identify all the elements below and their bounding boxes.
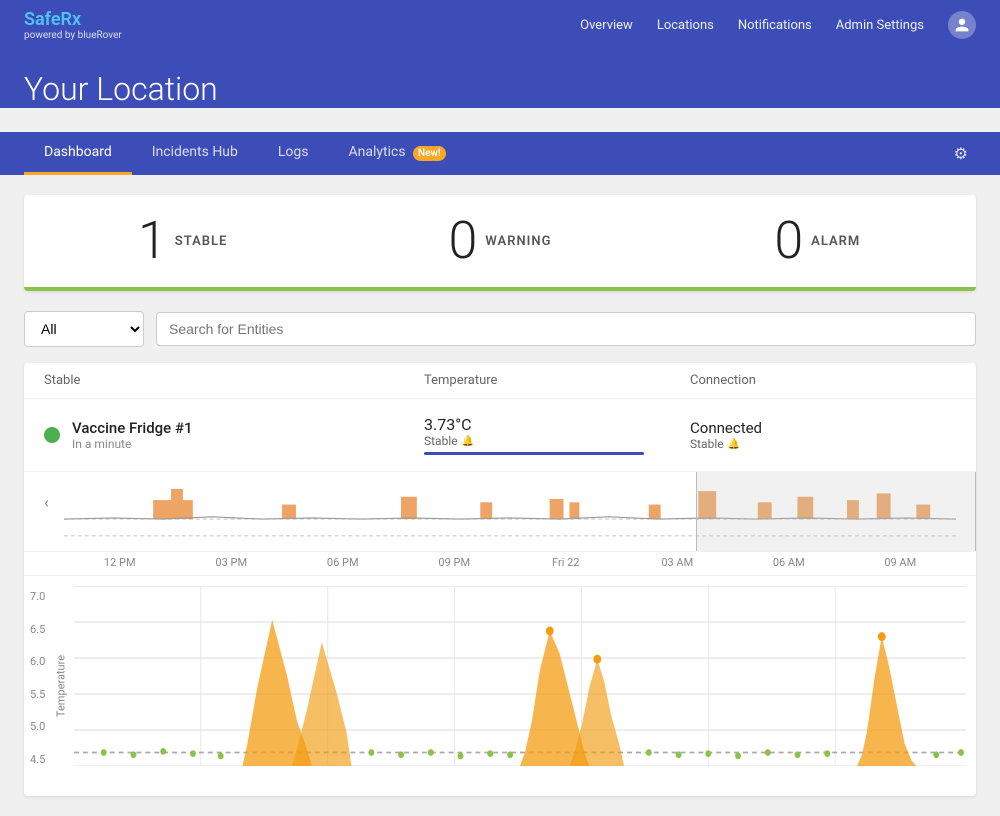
temp-bell-icon: 🔔 (462, 436, 474, 447)
y-tick-6: 6.0 (30, 655, 45, 668)
table-row[interactable]: Vaccine Fridge #1 In a minute 3.73°C Sta… (24, 399, 976, 472)
top-header: SafeRx powered by blueRover Overview Loc… (0, 0, 1000, 50)
y-tick-45: 4.5 (30, 753, 45, 766)
conn-value: Connected (690, 419, 956, 437)
tab-analytics[interactable]: Analytics New! (329, 132, 466, 175)
entity-temperature: 3.73°C Stable 🔔 (424, 415, 690, 455)
logo: SafeRx powered by blueRover (24, 9, 122, 41)
tab-incidents-hub[interactable]: Incidents Hub (132, 132, 258, 175)
sub-nav: Dashboard Incidents Hub Logs Analytics N… (0, 132, 1000, 175)
col-header-temperature: Temperature (424, 373, 690, 388)
entity-name: Vaccine Fridge #1 (72, 419, 193, 437)
y-tick-55: 5.5 (30, 688, 45, 701)
conn-status: Stable 🔔 (690, 437, 956, 451)
entity-filter-select[interactable]: All (24, 311, 144, 347)
brand-safe: Safe (24, 9, 61, 30)
time-label-3pm: 03 PM (176, 556, 288, 569)
warning-label: WARNING (485, 234, 551, 249)
chart-highlight (696, 472, 976, 551)
main-content: 1 STABLE 0 WARNING 0 ALARM All Stable Te… (0, 175, 1000, 816)
nav-notifications[interactable]: Notifications (738, 18, 812, 33)
stat-stable: 1 STABLE (24, 215, 341, 267)
col-header-name: Stable (44, 373, 424, 388)
brand-tagline: powered by blueRover (24, 30, 122, 41)
conn-bell-icon: 🔔 (728, 439, 740, 450)
entity-column-headers: Stable Temperature Connection (24, 363, 976, 399)
y-axis-label: Temperature (55, 655, 68, 717)
entity-sub: In a minute (72, 437, 193, 451)
entity-card: Stable Temperature Connection Vaccine Fr… (24, 363, 976, 796)
stable-label: STABLE (175, 234, 228, 249)
y-tick-5: 5.0 (30, 720, 45, 733)
time-label-fri22: Fri 22 (510, 556, 622, 569)
time-label-6am: 06 AM (733, 556, 845, 569)
brand-rx: Rx (61, 9, 82, 30)
alarm-label: ALARM (811, 234, 860, 249)
main-chart-svg (74, 586, 966, 766)
time-label-9am: 09 AM (845, 556, 957, 569)
time-axis: 12 PM 03 PM 06 PM 09 PM Fri 22 03 AM 06 … (24, 552, 976, 576)
alarm-count: 0 (774, 215, 803, 267)
nav-admin-settings[interactable]: Admin Settings (836, 18, 924, 33)
stats-card: 1 STABLE 0 WARNING 0 ALARM (24, 195, 976, 291)
stable-count: 1 (138, 215, 167, 267)
overview-chart: ‹ (24, 472, 976, 552)
nav-overview[interactable]: Overview (580, 18, 633, 33)
entity-info: Vaccine Fridge #1 In a minute (44, 419, 424, 451)
top-nav: Overview Locations Notifications Admin S… (580, 11, 976, 39)
main-chart: Temperature 7.0 6.5 6.0 5.5 5.0 4.5 (24, 576, 976, 796)
search-input[interactable] (156, 312, 976, 346)
tab-dashboard[interactable]: Dashboard (24, 132, 132, 175)
temp-status: Stable 🔔 (424, 434, 690, 448)
filter-row: All (24, 311, 976, 347)
col-header-connection: Connection (690, 373, 956, 388)
time-label-3am: 03 AM (622, 556, 734, 569)
time-label-6pm: 06 PM (287, 556, 399, 569)
entity-text: Vaccine Fridge #1 In a minute (72, 419, 193, 451)
temp-value: 3.73°C (424, 415, 690, 434)
chart-nav-left[interactable]: ‹ (44, 493, 49, 512)
stat-alarm: 0 ALARM (659, 215, 976, 267)
status-dot (44, 427, 60, 443)
brand-name: SafeRx (24, 9, 122, 30)
warning-count: 0 (449, 215, 478, 267)
stat-warning: 0 WARNING (341, 215, 658, 267)
y-tick-65: 6.5 (30, 623, 45, 636)
analytics-new-badge: New! (413, 146, 446, 161)
user-icon[interactable] (948, 11, 976, 39)
location-banner: Your Location (0, 50, 1000, 108)
page-title: Your Location (24, 70, 976, 108)
y-tick-7: 7.0 (30, 590, 45, 603)
time-label-9pm: 09 PM (399, 556, 511, 569)
tab-logs[interactable]: Logs (258, 132, 329, 175)
temp-bar (424, 452, 644, 455)
y-ticks: 7.0 6.5 6.0 5.5 5.0 4.5 (30, 590, 45, 766)
entity-connection: Connected Stable 🔔 (690, 419, 956, 451)
time-label-12pm: 12 PM (64, 556, 176, 569)
nav-locations[interactable]: Locations (657, 18, 714, 33)
settings-icon[interactable]: ⚙ (946, 132, 976, 175)
